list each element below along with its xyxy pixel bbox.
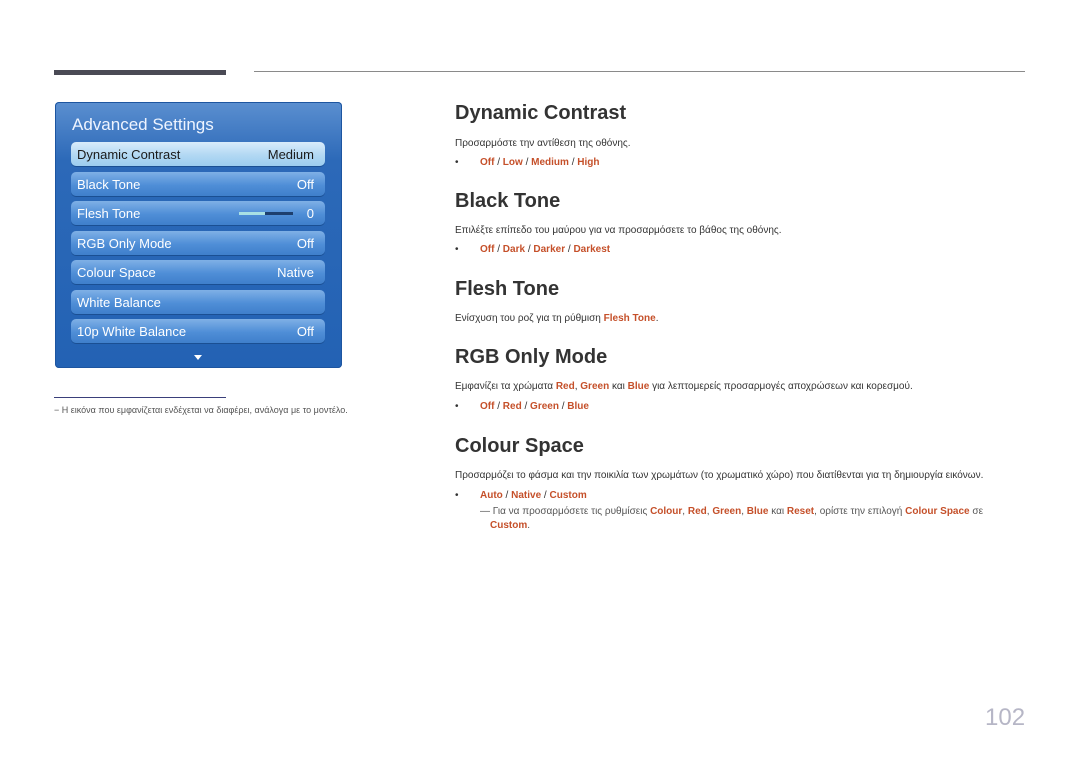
chevron-down-icon[interactable]	[194, 355, 202, 360]
advanced-settings-menu: Advanced Settings Dynamic Contrast Mediu…	[55, 102, 342, 368]
flesh-tone-slider[interactable]	[238, 211, 293, 215]
option-list: • Off / Low / Medium / High	[455, 155, 1025, 170]
menu-item-colour-space[interactable]: Colour Space Native	[71, 260, 325, 284]
text: σε	[969, 506, 984, 517]
bullet: •	[455, 490, 459, 501]
option-list: • Off / Red / Green / Blue	[455, 399, 1025, 414]
section-black-tone: Black Tone Επιλέξτε επίπεδο του μαύρου γ…	[455, 189, 1025, 257]
section-description: Προσαρμόστε την αντίθεση της οθόνης.	[455, 138, 631, 149]
option: Native	[511, 490, 542, 501]
header-rule-thick	[54, 70, 226, 75]
highlight: Green	[712, 506, 742, 517]
menu-item-value: Off	[296, 176, 314, 192]
option: Low	[502, 157, 523, 168]
text: Για να προσαρμόσετε τις ρυθμίσεις	[490, 506, 651, 517]
option: Off	[480, 401, 495, 412]
highlight: Blue	[746, 506, 769, 517]
footnote: − Η εικόνα που εμφανίζεται ενδέχεται να …	[54, 405, 348, 415]
text: .	[527, 520, 531, 531]
highlight: Flesh Tone	[603, 313, 656, 324]
text: Εμφανίζει τα χρώματα	[455, 381, 556, 392]
menu-item-dynamic-contrast[interactable]: Dynamic Contrast Medium	[71, 142, 325, 166]
menu-item-value: 0	[306, 205, 314, 221]
option: Auto	[480, 490, 503, 501]
section-description: Επιλέξτε επίπεδο του μαύρου για να προσα…	[455, 225, 782, 236]
section-flesh-tone: Flesh Tone Ενίσχυση του ροζ για τη ρύθμι…	[455, 277, 1025, 326]
section-title: Flesh Tone	[455, 278, 560, 300]
menu-item-value: Native	[277, 264, 314, 280]
menu-title: Advanced Settings	[72, 115, 214, 134]
text: Ενίσχυση του ροζ για τη ρύθμιση	[455, 313, 604, 324]
section-dynamic-contrast: Dynamic Contrast Προσαρμόστε την αντίθεσ…	[455, 101, 1025, 170]
separator: /	[522, 157, 532, 168]
highlight: Blue	[627, 381, 650, 392]
separator: /	[494, 401, 503, 412]
highlight: Red	[687, 506, 707, 517]
separator: /	[521, 401, 531, 412]
menu-item-label: Colour Space	[77, 264, 156, 280]
section-title: Colour Space	[455, 435, 584, 457]
menu-item-label: Flesh Tone	[77, 205, 141, 221]
note-dash: ―	[480, 506, 490, 517]
section-colour-space: Colour Space Προσαρμόζει το φάσμα και τη…	[455, 434, 1025, 533]
option: Darkest	[573, 244, 611, 255]
menu-item-value: Off	[296, 235, 314, 251]
menu-item-white-balance[interactable]: White Balance	[71, 290, 325, 314]
bullet: •	[455, 157, 459, 168]
text: και	[609, 381, 628, 392]
highlight: Colour Space	[905, 506, 970, 517]
highlight: Custom	[490, 520, 528, 531]
highlight: Red	[555, 381, 575, 392]
option: Red	[502, 401, 522, 412]
menu-item-flesh-tone[interactable]: Flesh Tone 0	[71, 201, 325, 225]
menu-item-value: Medium	[267, 146, 314, 162]
section-description: Εμφανίζει τα χρώματα Red, Green και Blue…	[455, 379, 1025, 394]
menu-item-label: Dynamic Contrast	[77, 146, 181, 162]
separator: /	[568, 157, 578, 168]
option: Custom	[549, 490, 587, 501]
option: Off	[480, 157, 495, 168]
section-description: Προσαρμόζει το φάσμα και την ποικιλία τω…	[455, 470, 984, 481]
option: Blue	[567, 401, 589, 412]
text: .	[655, 313, 659, 324]
slider-fill	[238, 211, 265, 215]
footnote-rule	[54, 397, 226, 398]
menu-item-10p-white-balance[interactable]: 10p White Balance Off	[71, 319, 325, 343]
option: Medium	[531, 157, 569, 168]
header-rule-thin	[254, 71, 1025, 72]
section-note: ― Για να προσαρμόσετε τις ρυθμίσεις Colo…	[480, 505, 1025, 533]
highlight: Green	[580, 381, 610, 392]
section-description: Ενίσχυση του ροζ για τη ρύθμιση Flesh To…	[455, 311, 1025, 326]
separator: /	[494, 244, 503, 255]
option: Off	[480, 244, 495, 255]
option: High	[577, 157, 600, 168]
highlight: Colour	[650, 506, 683, 517]
section-title: RGB Only Mode	[455, 346, 608, 368]
text: και	[768, 506, 787, 517]
menu-item-rgb-only-mode[interactable]: RGB Only Mode Off	[71, 231, 325, 255]
section-title: Black Tone	[455, 190, 561, 212]
option-list: • Auto / Native / Custom	[455, 488, 1025, 503]
menu-item-label: RGB Only Mode	[77, 235, 172, 251]
menu-item-value: Off	[296, 323, 314, 339]
bullet: •	[455, 401, 459, 412]
option: Darker	[533, 244, 566, 255]
separator: /	[502, 490, 512, 501]
section-rgb-only-mode: RGB Only Mode Εμφανίζει τα χρώματα Red, …	[455, 345, 1025, 414]
highlight: Reset	[786, 506, 815, 517]
option: Green	[530, 401, 559, 412]
option: Dark	[502, 244, 526, 255]
page-number: 102	[985, 704, 1026, 731]
menu-item-label: Black Tone	[77, 176, 141, 192]
menu-item-label: White Balance	[77, 294, 161, 310]
bullet: •	[455, 244, 459, 255]
text: , ορίστε την επιλογή	[814, 506, 906, 517]
text: για λεπτομερείς προσαρμογές αποχρώσεων κ…	[649, 381, 913, 392]
slider-track	[264, 211, 293, 215]
section-title: Dynamic Contrast	[455, 102, 627, 124]
menu-item-black-tone[interactable]: Black Tone Off	[71, 172, 325, 196]
separator: /	[494, 157, 503, 168]
menu-item-label: 10p White Balance	[77, 323, 187, 339]
option-list: • Off / Dark / Darker / Darkest	[455, 242, 1025, 257]
